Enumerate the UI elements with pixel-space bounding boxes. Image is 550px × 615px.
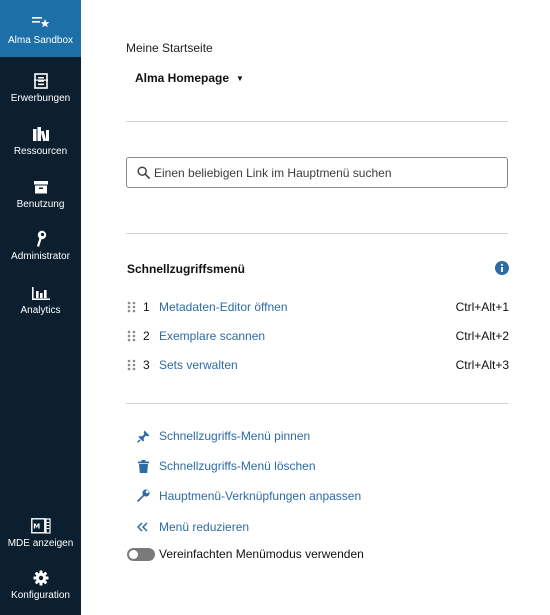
simplified-mode-label: Vereinfachten Menümodus verwenden <box>159 547 364 561</box>
sidebar-item-label: Analytics <box>20 305 61 316</box>
menu-search-box[interactable] <box>126 157 508 188</box>
home-page-selected: Alma Homepage <box>135 71 230 85</box>
divider <box>126 121 508 122</box>
quick-access-item: 1 Metadaten-Editor öffnen Ctrl+Alt+1 <box>127 298 509 316</box>
home-page-dropdown[interactable]: Alma Homepage ▼ <box>135 71 244 85</box>
md-editor-icon: M <box>30 516 51 536</box>
quick-access-number: 1 <box>143 300 150 314</box>
simplified-mode-toggle[interactable] <box>127 547 155 561</box>
collapse-menu-button[interactable]: Menü reduzieren <box>136 520 249 534</box>
quick-access-title: Schnellzugriffsmenü <box>127 262 246 276</box>
sidebar-item-alma-sandbox[interactable]: Alma Sandbox <box>0 0 81 57</box>
sidebar-item-label: Konfiguration <box>11 590 70 601</box>
wrench-icon <box>136 489 150 503</box>
quick-access-number: 2 <box>143 329 150 343</box>
action-label: Hauptmenü-Verknüpfungen anpassen <box>159 489 362 503</box>
drag-handle-icon[interactable] <box>127 359 137 371</box>
sidebar-item-label: Benutzung <box>16 199 65 210</box>
delete-quick-access-button[interactable]: Schnellzugriffs-Menü löschen <box>136 459 316 473</box>
drag-handle-icon[interactable] <box>127 301 137 313</box>
sidebar-item-benutzung[interactable]: Benutzung <box>0 177 81 210</box>
drag-handle-icon[interactable] <box>127 330 137 342</box>
sidebar-item-konfiguration[interactable]: Konfiguration <box>0 568 81 601</box>
pin-icon <box>136 430 150 443</box>
trash-icon <box>136 459 150 473</box>
action-label: Schnellzugriffs-Menü löschen <box>159 459 316 473</box>
simplified-mode-row: Vereinfachten Menümodus verwenden <box>127 547 364 561</box>
sidebar-item-label: Administrator <box>11 251 70 262</box>
double-chevron-left-icon <box>136 522 150 532</box>
books-icon <box>32 124 50 144</box>
bar-chart-icon <box>31 283 50 303</box>
divider <box>126 233 508 234</box>
sidebar-item-mde-anzeigen[interactable]: M MDE anzeigen <box>0 516 81 549</box>
quick-access-number: 3 <box>143 358 150 372</box>
quick-access-shortcut: Ctrl+Alt+1 <box>455 300 509 314</box>
search-icon <box>137 166 150 179</box>
svg-text:M: M <box>33 523 40 531</box>
quick-access-link[interactable]: Metadaten-Editor öffnen <box>159 300 288 314</box>
sidebar-item-label: Erwerbungen <box>10 93 71 104</box>
info-icon[interactable] <box>495 261 509 275</box>
inbox-tray-icon <box>33 177 48 197</box>
caret-down-icon: ▼ <box>236 73 244 83</box>
pin-quick-access-button[interactable]: Schnellzugriffs-Menü pinnen <box>136 429 310 443</box>
menu-search-input[interactable] <box>154 165 494 180</box>
sidebar: Alma Sandbox Erwerbungen Ressourcen Benu… <box>0 0 81 615</box>
action-label: Menü reduzieren <box>159 520 250 534</box>
quick-access-link[interactable]: Exemplare scannen <box>159 329 265 343</box>
sidebar-item-label: Alma Sandbox <box>7 34 74 46</box>
quick-access-link[interactable]: Sets verwalten <box>159 358 238 372</box>
quick-access-shortcut: Ctrl+Alt+3 <box>455 358 509 372</box>
home-page-label: Meine Startseite <box>126 41 213 55</box>
acquisitions-icon <box>33 71 48 91</box>
action-label: Schnellzugriffs-Menü pinnen <box>159 429 311 443</box>
sidebar-item-ressourcen[interactable]: Ressourcen <box>0 124 81 157</box>
divider <box>126 403 508 404</box>
customize-shortcuts-button[interactable]: Hauptmenü-Verknüpfungen anpassen <box>136 489 361 503</box>
sidebar-item-label: MDE anzeigen <box>7 538 74 549</box>
wrench-key-icon <box>35 229 47 249</box>
sidebar-item-administrator[interactable]: Administrator <box>0 229 81 262</box>
quick-access-item: 3 Sets verwalten Ctrl+Alt+3 <box>127 356 509 374</box>
sidebar-item-analytics[interactable]: Analytics <box>0 283 81 316</box>
gear-icon <box>33 568 49 588</box>
sidebar-item-erwerbungen[interactable]: Erwerbungen <box>0 71 81 104</box>
quick-access-shortcut: Ctrl+Alt+2 <box>455 329 509 343</box>
sidebar-item-label: Ressourcen <box>13 146 68 157</box>
quick-access-item: 2 Exemplare scannen Ctrl+Alt+2 <box>127 327 509 345</box>
sandbox-star-icon <box>31 12 50 32</box>
